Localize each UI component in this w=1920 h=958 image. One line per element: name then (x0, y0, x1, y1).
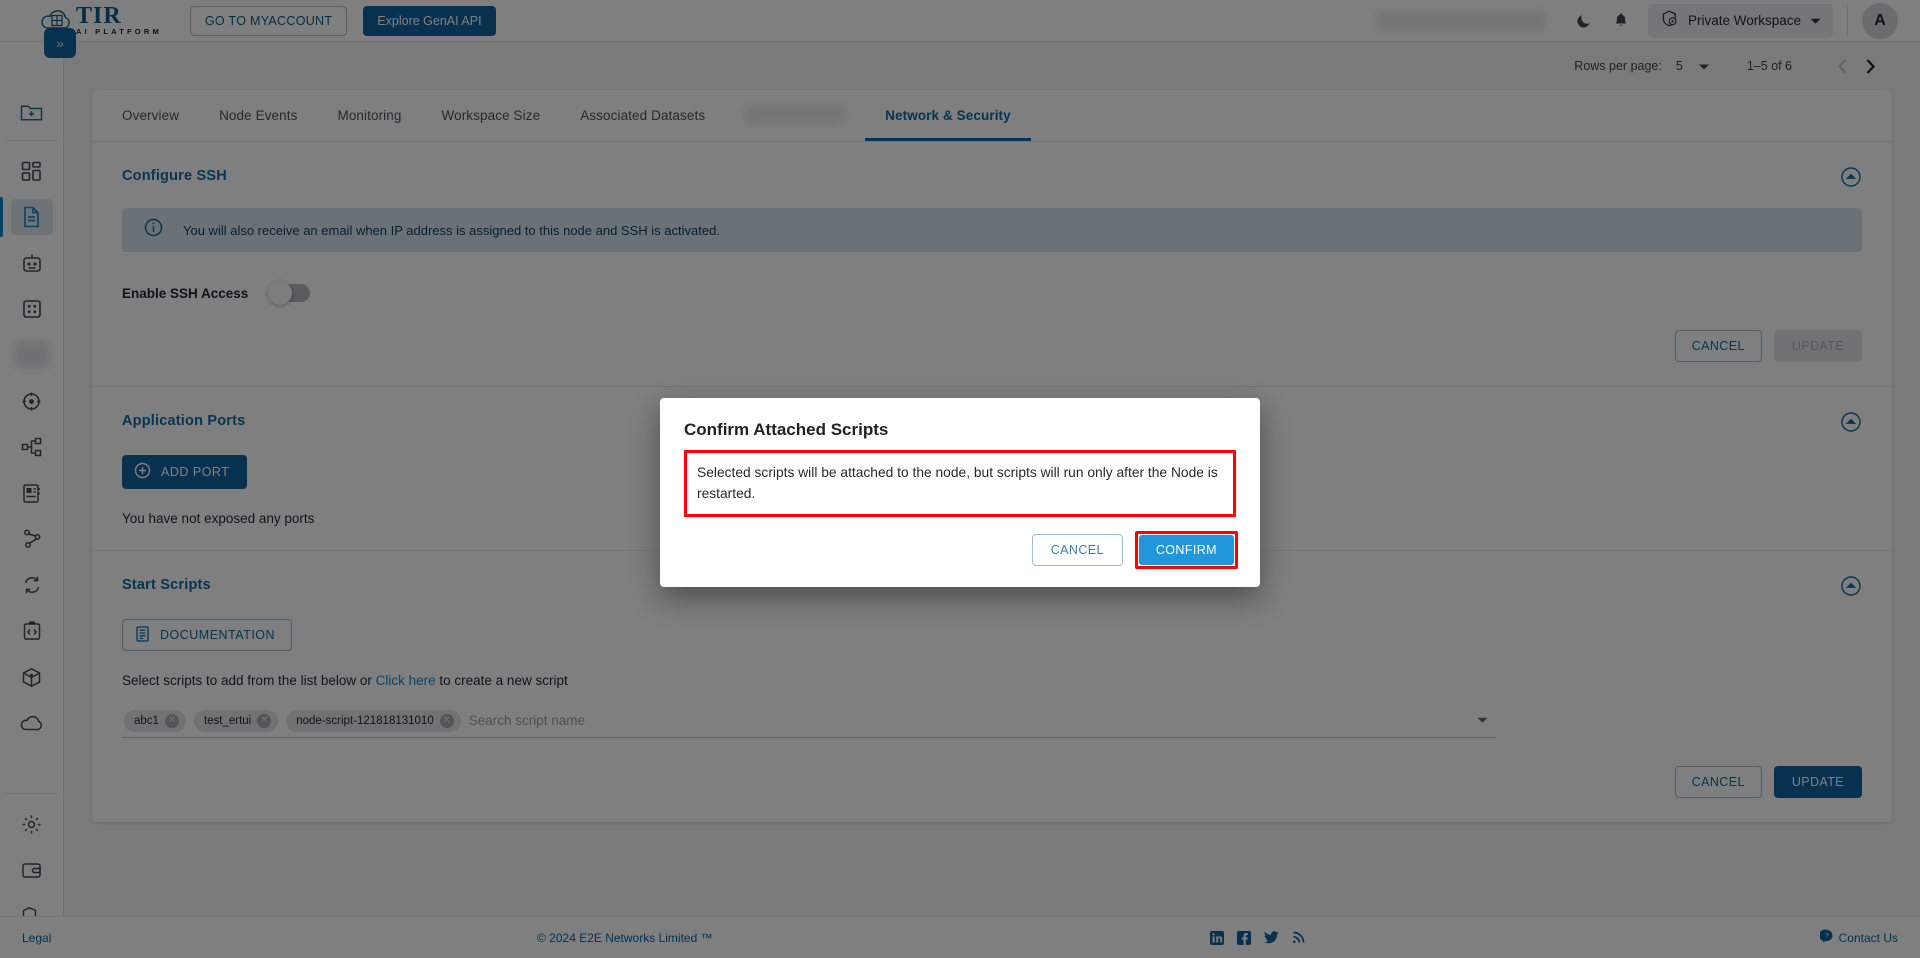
confirm-attached-scripts-dialog: Confirm Attached Scripts Selected script… (660, 398, 1260, 587)
dialog-title: Confirm Attached Scripts (684, 420, 889, 439)
dialog-confirm-button[interactable]: CONFIRM (1138, 535, 1234, 565)
dialog-actions: CANCEL CONFIRM (660, 517, 1260, 587)
dialog-message: Selected scripts will be attached to the… (684, 450, 1236, 517)
app-root: TIR AI PLATFORM GO TO MYACCOUNT Explore … (0, 0, 1920, 958)
dialog-confirm-highlight: CONFIRM (1134, 531, 1238, 569)
dialog-cancel-button[interactable]: CANCEL (1031, 534, 1123, 566)
